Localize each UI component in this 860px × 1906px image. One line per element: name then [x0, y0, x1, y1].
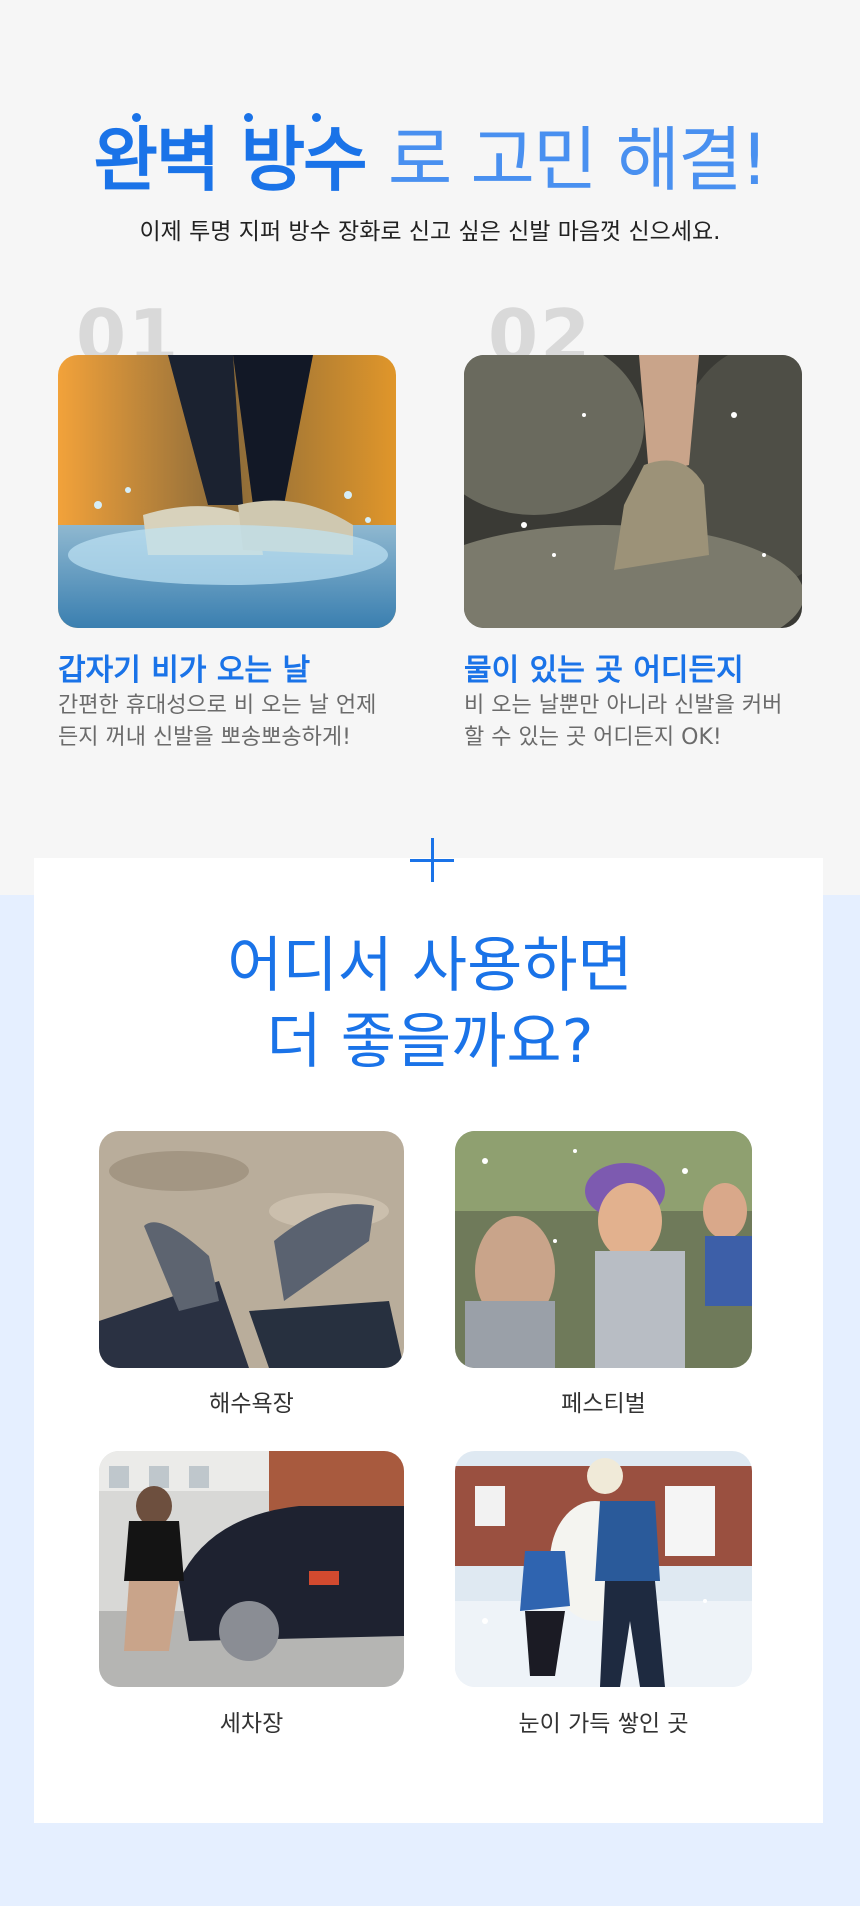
rain-splash-photo [58, 355, 396, 628]
subheadline: 이제 투명 지퍼 방수 장화로 신고 싶은 신발 마음껏 신으세요. [139, 219, 721, 245]
feature-title: 갑자기 비가 오는 날 [58, 653, 311, 688]
snow-photo [455, 1451, 752, 1687]
headline-light: 로 고민 해결! [387, 119, 769, 201]
festival-photo [455, 1131, 752, 1368]
headline: 완벽 방수 로 고민 해결! [0, 110, 860, 210]
water-rocks-photo [464, 355, 802, 628]
usage-place-label: 눈이 가득 쌓인 곳 [518, 1711, 689, 1737]
emphasis-dot [311, 113, 321, 122]
usage-title-line: 더 좋을까요? [266, 1007, 594, 1077]
beach-photo [99, 1131, 404, 1368]
emphasis-dot [131, 113, 141, 122]
feature-description-line: 비 오는 날뿐만 아니라 신발을 커버 [464, 693, 783, 718]
car-wash-photo [99, 1451, 404, 1687]
headline-bold: 완벽 방수 [94, 113, 388, 201]
usage-title-line: 어디서 사용하면 [227, 931, 633, 1001]
feature-description-line: 든지 꺼내 신발을 뽀송뽀송하게! [58, 725, 351, 750]
feature-description: 간편한 휴대성으로 비 오는 날 언제 든지 꺼내 신발을 뽀송뽀송하게! [58, 690, 398, 754]
emphasis-dot [243, 113, 253, 122]
feature-title: 물이 있는 곳 어디든지 [464, 653, 744, 688]
usage-place-label: 세차장 [219, 1711, 284, 1737]
feature-description-line: 간편한 휴대성으로 비 오는 날 언제 [58, 693, 377, 718]
plus-icon [410, 838, 454, 882]
feature-description-line: 할 수 있는 곳 어디든지 OK! [464, 725, 722, 750]
feature-description: 비 오는 날뿐만 아니라 신발을 커버 할 수 있는 곳 어디든지 OK! [464, 690, 804, 754]
usage-place-label: 페스티벌 [561, 1391, 646, 1417]
usage-place-label: 해수욕장 [209, 1391, 294, 1417]
usage-title: 어디서 사용하면 더 좋을까요? [0, 928, 860, 1080]
